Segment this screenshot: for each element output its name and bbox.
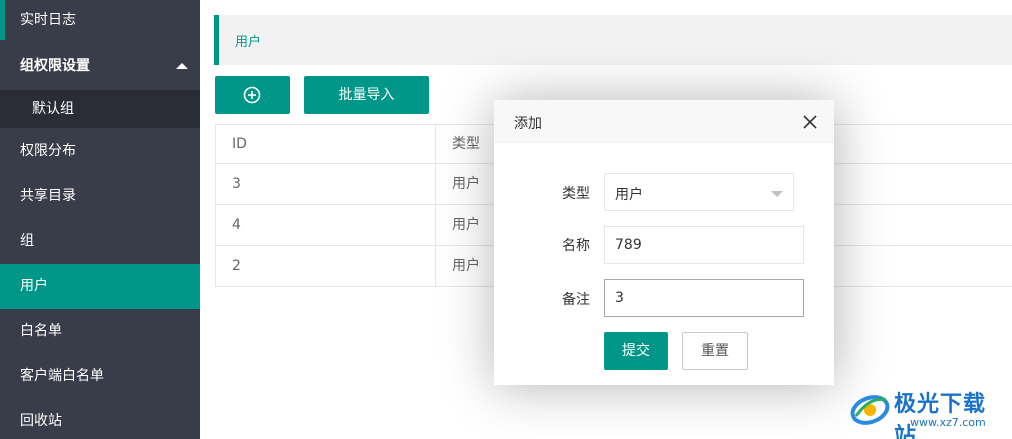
sidebar-item-label: 组 [20, 233, 34, 249]
cell-id: 3 [216, 164, 436, 205]
sidebar-item-permission-distribution[interactable]: 权限分布 [0, 129, 200, 174]
bulk-import-button[interactable]: 批量导入 [304, 76, 429, 114]
cell-id: 2 [216, 246, 436, 287]
active-indicator [0, 0, 5, 40]
sidebar-item-label: 组权限设置 [20, 58, 90, 74]
add-dialog: 添加 类型 用户 名称 备注 提交 重置 [494, 100, 834, 385]
breadcrumb-label: 用户 [235, 35, 262, 50]
sidebar-item-whitelist[interactable]: 白名单 [0, 309, 200, 354]
sidebar-item-recycle-bin[interactable]: 回收站 [0, 399, 200, 439]
sidebar-item-realtime-log[interactable]: 实时日志 [0, 0, 200, 40]
sidebar-item-default-group[interactable]: 默认组 [0, 90, 200, 128]
breadcrumb: 用户 [214, 15, 1012, 65]
add-button[interactable] [215, 76, 290, 114]
reset-button[interactable]: 重置 [682, 332, 748, 370]
sidebar-item-label: 权限分布 [20, 143, 76, 159]
submit-button[interactable]: 提交 [604, 332, 668, 370]
chevron-down-icon [771, 191, 783, 197]
sidebar-item-label: 客户端白名单 [20, 368, 104, 384]
type-select[interactable]: 用户 [604, 173, 794, 211]
plus-circle-icon [243, 86, 261, 104]
aurora-logo-icon [850, 395, 890, 425]
caret-up-icon [176, 63, 188, 69]
note-input[interactable] [604, 279, 804, 317]
sidebar-item-client-whitelist[interactable]: 客户端白名单 [0, 354, 200, 399]
sidebar-item-label: 共享目录 [20, 188, 76, 204]
watermark-logo: 极光下载站 www.xz7.com [848, 384, 1008, 439]
column-header-id[interactable]: ID [216, 125, 436, 164]
sidebar-item-users[interactable]: 用户 [0, 264, 200, 309]
sidebar-item-label: 实时日志 [20, 12, 76, 28]
sidebar-item-shared-directory[interactable]: 共享目录 [0, 174, 200, 219]
sidebar-item-label: 用户 [20, 278, 48, 294]
sidebar-item-group[interactable]: 组 [0, 219, 200, 264]
sidebar-item-label: 白名单 [20, 323, 62, 339]
name-input[interactable] [604, 226, 804, 264]
sidebar-item-label: 默认组 [32, 101, 74, 117]
dialog-title: 添加 [514, 116, 542, 132]
dialog-header: 添加 [494, 100, 834, 143]
type-select-value: 用户 [615, 187, 643, 203]
sidebar-item-label: 回收站 [20, 413, 62, 429]
name-label: 名称 [562, 238, 590, 254]
watermark-text: 极光下载站 [894, 392, 987, 439]
cell-id: 4 [216, 205, 436, 246]
watermark-url: www.xz7.com [910, 416, 986, 429]
sidebar-item-group-permissions[interactable]: 组权限设置 [0, 44, 200, 89]
close-icon[interactable] [802, 114, 818, 130]
sidebar: 实时日志 组权限设置 默认组 权限分布 共享目录 组 用户 白名单 客户端白名单… [0, 0, 200, 439]
type-label: 类型 [562, 186, 590, 202]
note-label: 备注 [562, 292, 590, 308]
